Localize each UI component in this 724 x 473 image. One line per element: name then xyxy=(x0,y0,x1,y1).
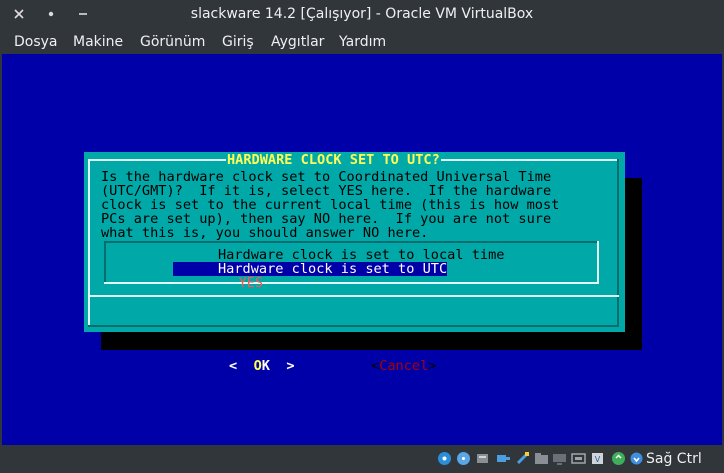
cancel-bracket: < xyxy=(371,358,380,374)
statusbar: V Sağ Ctrl xyxy=(0,445,724,473)
ok-hotkey: O xyxy=(253,358,262,374)
cpu-icon[interactable]: V xyxy=(590,451,605,466)
menu-makine[interactable]: Makine xyxy=(73,32,123,52)
utc-dialog: HARDWARE CLOCK SET TO UTC? Is the hardwa… xyxy=(84,152,625,373)
window-title: slackware 14.2 [Çalışıyor] - Oracle VM V… xyxy=(190,6,534,22)
option-tag: ES xyxy=(246,275,264,291)
menu-aygitlar[interactable]: Aygıtlar xyxy=(271,32,324,52)
ok-button[interactable]: < OK > xyxy=(227,359,297,373)
dialog-border xyxy=(88,325,619,327)
display-icon[interactable] xyxy=(552,451,567,466)
audio-icon[interactable] xyxy=(475,451,490,466)
ok-bracket: > xyxy=(286,358,295,374)
host-key-label: Sağ Ctrl xyxy=(646,451,702,467)
menu-giris[interactable]: Giriş xyxy=(222,32,254,52)
list-border xyxy=(104,241,106,284)
ok-label: K xyxy=(261,358,270,374)
menu-dosya[interactable]: Dosya xyxy=(14,32,58,52)
option-tag-hotkey: Y xyxy=(238,275,247,291)
dialog-text-line: PCs are set up), then say NO here. If yo… xyxy=(101,211,552,227)
options-list: NO Hardware clock is set to local time Y… xyxy=(104,241,599,290)
option-description[interactable]: Hardware clock is set to local time xyxy=(218,248,504,262)
menubar: Dosya Makine Görünüm Giriş Aygıtlar Yard… xyxy=(0,29,724,54)
shared-folder-icon[interactable] xyxy=(534,451,549,466)
option-description-selected[interactable]: Hardware clock is set to UTC xyxy=(218,262,448,276)
dialog-text-line: Is the hardware clock set to Coordinated… xyxy=(101,169,552,185)
hard-disk-icon[interactable] xyxy=(437,451,452,466)
dialog-text-line: what this is, you should answer NO here. xyxy=(101,225,429,241)
list-border xyxy=(597,241,599,284)
ok-bracket: < xyxy=(229,358,238,374)
usb-icon[interactable] xyxy=(515,451,530,466)
cancel-bracket: > xyxy=(428,358,437,374)
dialog-text-line: clock is set to the current local time (… xyxy=(101,197,560,213)
dialog-separator xyxy=(88,295,619,297)
network-icon[interactable] xyxy=(496,451,511,466)
recording-icon[interactable] xyxy=(571,451,586,466)
dialog-title: HARDWARE CLOCK SET TO UTC? xyxy=(226,152,441,168)
dialog-border xyxy=(617,159,619,327)
dialog-text-line: (UTC/GMT)? If it is, select YES here. If… xyxy=(101,183,552,199)
svg-text:V: V xyxy=(595,455,601,464)
list-border xyxy=(104,241,599,243)
menu-gorunum[interactable]: Görünüm xyxy=(140,32,205,52)
keyboard-capture-icon[interactable] xyxy=(629,451,644,466)
window-titlebar: slackware 14.2 [Çalışıyor] - Oracle VM V… xyxy=(0,0,724,29)
menu-yardim[interactable]: Yardım xyxy=(339,32,386,52)
ok-pad xyxy=(270,358,286,374)
optical-disk-icon[interactable] xyxy=(456,451,471,466)
cancel-label: ancel xyxy=(387,358,429,374)
dialog-border xyxy=(88,159,90,327)
cancel-button[interactable]: <Cancel> xyxy=(371,359,436,373)
ok-pad xyxy=(237,358,253,374)
mouse-integration-icon[interactable] xyxy=(611,451,626,466)
vm-screen[interactable]: HARDWARE CLOCK SET TO UTC? Is the hardwa… xyxy=(2,54,722,445)
